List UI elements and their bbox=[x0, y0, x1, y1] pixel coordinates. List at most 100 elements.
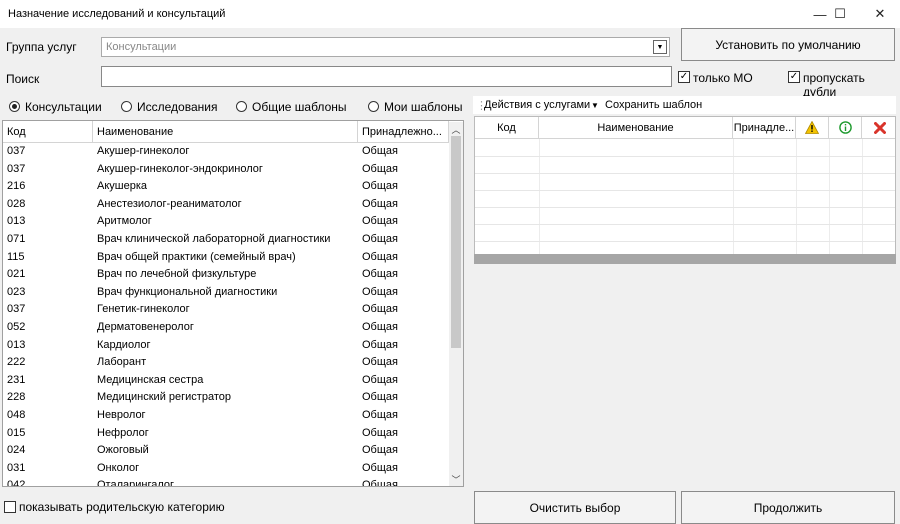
warning-column-header[interactable] bbox=[796, 117, 829, 139]
continue-button[interactable]: Продолжить bbox=[681, 491, 895, 524]
table-row[interactable]: 015 Нефролог Общая bbox=[3, 425, 448, 443]
table-row[interactable]: 231 Медицинская сестра Общая bbox=[3, 372, 448, 390]
cell-owner: Общая bbox=[362, 145, 398, 157]
cell-name: Врач по лечебной физкультуре bbox=[97, 268, 257, 281]
services-actions-menu[interactable]: Действия с услугами bbox=[484, 99, 590, 111]
table-row[interactable]: 023 Врач функциональной диагностики Общая bbox=[3, 284, 448, 302]
maximize-button[interactable]: ☐ bbox=[820, 0, 860, 28]
table-row[interactable]: 013 Аритмолог Общая bbox=[3, 213, 448, 231]
actions-toolbar: ⋮ Действия с услугами ▼ Сохранить шаблон bbox=[473, 96, 896, 114]
group-select[interactable]: Консультации ▼ bbox=[101, 37, 670, 57]
cell-code: 228 bbox=[7, 391, 26, 404]
cell-owner: Общая bbox=[362, 479, 398, 487]
table-row[interactable]: 115 Врач общей практики (семейный врач) Об… bbox=[3, 249, 448, 267]
selected-table-footer bbox=[474, 254, 896, 264]
cell-owner: Общая bbox=[362, 180, 398, 193]
cell-owner: Общая bbox=[362, 373, 398, 386]
skip-duplicates-label: пропускать дубли bbox=[803, 71, 865, 99]
scroll-up-icon[interactable]: ︿ bbox=[449, 122, 463, 136]
table-row[interactable]: 216 Акушерка Общая bbox=[3, 178, 448, 196]
table-row[interactable]: 048 Невролог Общая bbox=[3, 407, 448, 425]
table-row[interactable]: 037 Генетик-гинеколог Общая bbox=[3, 301, 448, 319]
tab-common-templates-radio[interactable] bbox=[236, 101, 247, 112]
cell-code: 222 bbox=[7, 356, 26, 369]
cell-name: Врач клинической лабораторной диагностик… bbox=[97, 233, 331, 245]
table-row[interactable]: 052 Дерматовенеролог Общая bbox=[3, 319, 448, 337]
delete-column-header[interactable] bbox=[862, 117, 895, 139]
cell-name: Генетик-гинеколог bbox=[97, 303, 190, 316]
cell-name: Онколог bbox=[97, 461, 140, 474]
only-mo-label: только МО bbox=[693, 71, 753, 85]
info-column-header[interactable] bbox=[829, 117, 862, 139]
cell-name: Медицинский регистратор bbox=[97, 391, 231, 404]
tab-common-templates[interactable]: Общие шаблоны bbox=[252, 100, 347, 114]
table-row[interactable]: 031 Онколог Общая bbox=[3, 460, 448, 478]
vertical-scrollbar[interactable]: ︿ ﹀ bbox=[449, 122, 463, 486]
set-default-button[interactable]: Установить по умолчанию bbox=[681, 28, 895, 61]
close-icon: ✕ bbox=[874, 6, 886, 21]
cell-name: Аритмолог bbox=[97, 215, 152, 228]
only-mo-checkbox[interactable]: ✓ bbox=[678, 71, 690, 83]
table-row[interactable]: 037 Акушер-гинеколог Общая bbox=[3, 143, 448, 161]
selected-column-header-name[interactable]: Наименование bbox=[539, 117, 733, 139]
cell-owner: Общая bbox=[362, 268, 398, 281]
cell-owner: Общая bbox=[362, 233, 398, 245]
tab-my-templates-radio[interactable] bbox=[368, 101, 379, 112]
save-template-button[interactable]: Сохранить шаблон bbox=[605, 99, 702, 111]
column-header-name[interactable]: Наименование bbox=[93, 121, 358, 143]
scroll-down-icon[interactable]: ﹀ bbox=[449, 472, 463, 486]
search-input[interactable] bbox=[101, 66, 672, 87]
cell-code: 015 bbox=[7, 426, 26, 439]
table-row[interactable]: 021 Врач по лечебной физкультуре Общая bbox=[3, 266, 448, 284]
tab-research[interactable]: Исследования bbox=[137, 100, 217, 114]
search-label: Поиск bbox=[6, 72, 40, 86]
clear-selection-button[interactable]: Очистить выбор bbox=[474, 491, 676, 524]
table-row[interactable]: 024 Ожоговый Общая bbox=[3, 442, 448, 460]
table-row[interactable]: 222 Лаборант Общая bbox=[3, 354, 448, 372]
window-title: Назначение исследований и консультаций bbox=[8, 8, 226, 20]
cell-code: 013 bbox=[7, 338, 26, 351]
cell-name: Врач функциональной диагностики bbox=[97, 285, 278, 298]
table-row[interactable]: 228 Медицинский регистратор Общая bbox=[3, 389, 448, 407]
cell-name: Акушер-гинеколог-эндокринолог bbox=[97, 162, 263, 175]
column-header-code[interactable]: Код bbox=[3, 121, 93, 143]
tab-consultations[interactable]: Консультации bbox=[25, 100, 102, 114]
cell-code: 031 bbox=[7, 461, 26, 474]
table-row[interactable]: 042 Оталарингалог Общая bbox=[3, 477, 448, 487]
scrollbar-thumb[interactable] bbox=[451, 136, 461, 348]
cell-code: 115 bbox=[7, 250, 25, 263]
skip-duplicates-checkbox[interactable]: ✓ bbox=[788, 71, 800, 83]
table-row[interactable]: 013 Кардиолог Общая bbox=[3, 337, 448, 355]
close-button[interactable]: ✕ bbox=[860, 0, 900, 28]
cell-code: 037 bbox=[7, 303, 26, 316]
cell-name: Невролог bbox=[97, 409, 146, 421]
maximize-icon: ☐ bbox=[834, 6, 846, 21]
cell-name: Медицинская сестра bbox=[97, 373, 204, 386]
show-parent-checkbox[interactable] bbox=[4, 501, 16, 513]
tab-my-templates[interactable]: Мои шаблоны bbox=[384, 100, 463, 114]
dropdown-arrow-icon[interactable]: ▼ bbox=[591, 101, 599, 110]
group-label: Группа услуг bbox=[6, 40, 77, 54]
show-parent-label: показывать родительскую категорию bbox=[19, 500, 225, 514]
cell-code: 042 bbox=[7, 479, 26, 487]
cell-code: 216 bbox=[7, 180, 26, 193]
selected-column-header-code[interactable]: Код bbox=[475, 117, 539, 139]
tab-research-radio[interactable] bbox=[121, 101, 132, 112]
cell-owner: Общая bbox=[362, 338, 398, 351]
column-header-owner[interactable]: Принадлежно... bbox=[358, 121, 449, 143]
cell-name: Анестезиолог-реаниматолог bbox=[97, 197, 242, 210]
cell-owner: Общая bbox=[362, 303, 398, 316]
cell-owner: Общая bbox=[362, 285, 398, 298]
table-row[interactable]: 071 Врач клинической лабораторной диагнос… bbox=[3, 231, 448, 249]
cell-name: Нефролог bbox=[97, 426, 149, 439]
table-row[interactable]: 037 Акушер-гинеколог-эндокринолог Общая bbox=[3, 161, 448, 179]
cell-owner: Общая bbox=[362, 391, 398, 404]
chevron-down-icon[interactable]: ▼ bbox=[653, 40, 667, 54]
cell-code: 021 bbox=[7, 268, 26, 281]
selected-column-header-owner[interactable]: Принадле... bbox=[733, 117, 796, 139]
cell-owner: Общая bbox=[362, 444, 398, 457]
tab-consultations-radio[interactable] bbox=[9, 101, 20, 112]
table-row[interactable]: 028 Анестезиолог-реаниматолог Общая bbox=[3, 196, 448, 214]
cell-name: Оталарингалог bbox=[97, 479, 175, 487]
cell-code: 024 bbox=[7, 444, 26, 457]
